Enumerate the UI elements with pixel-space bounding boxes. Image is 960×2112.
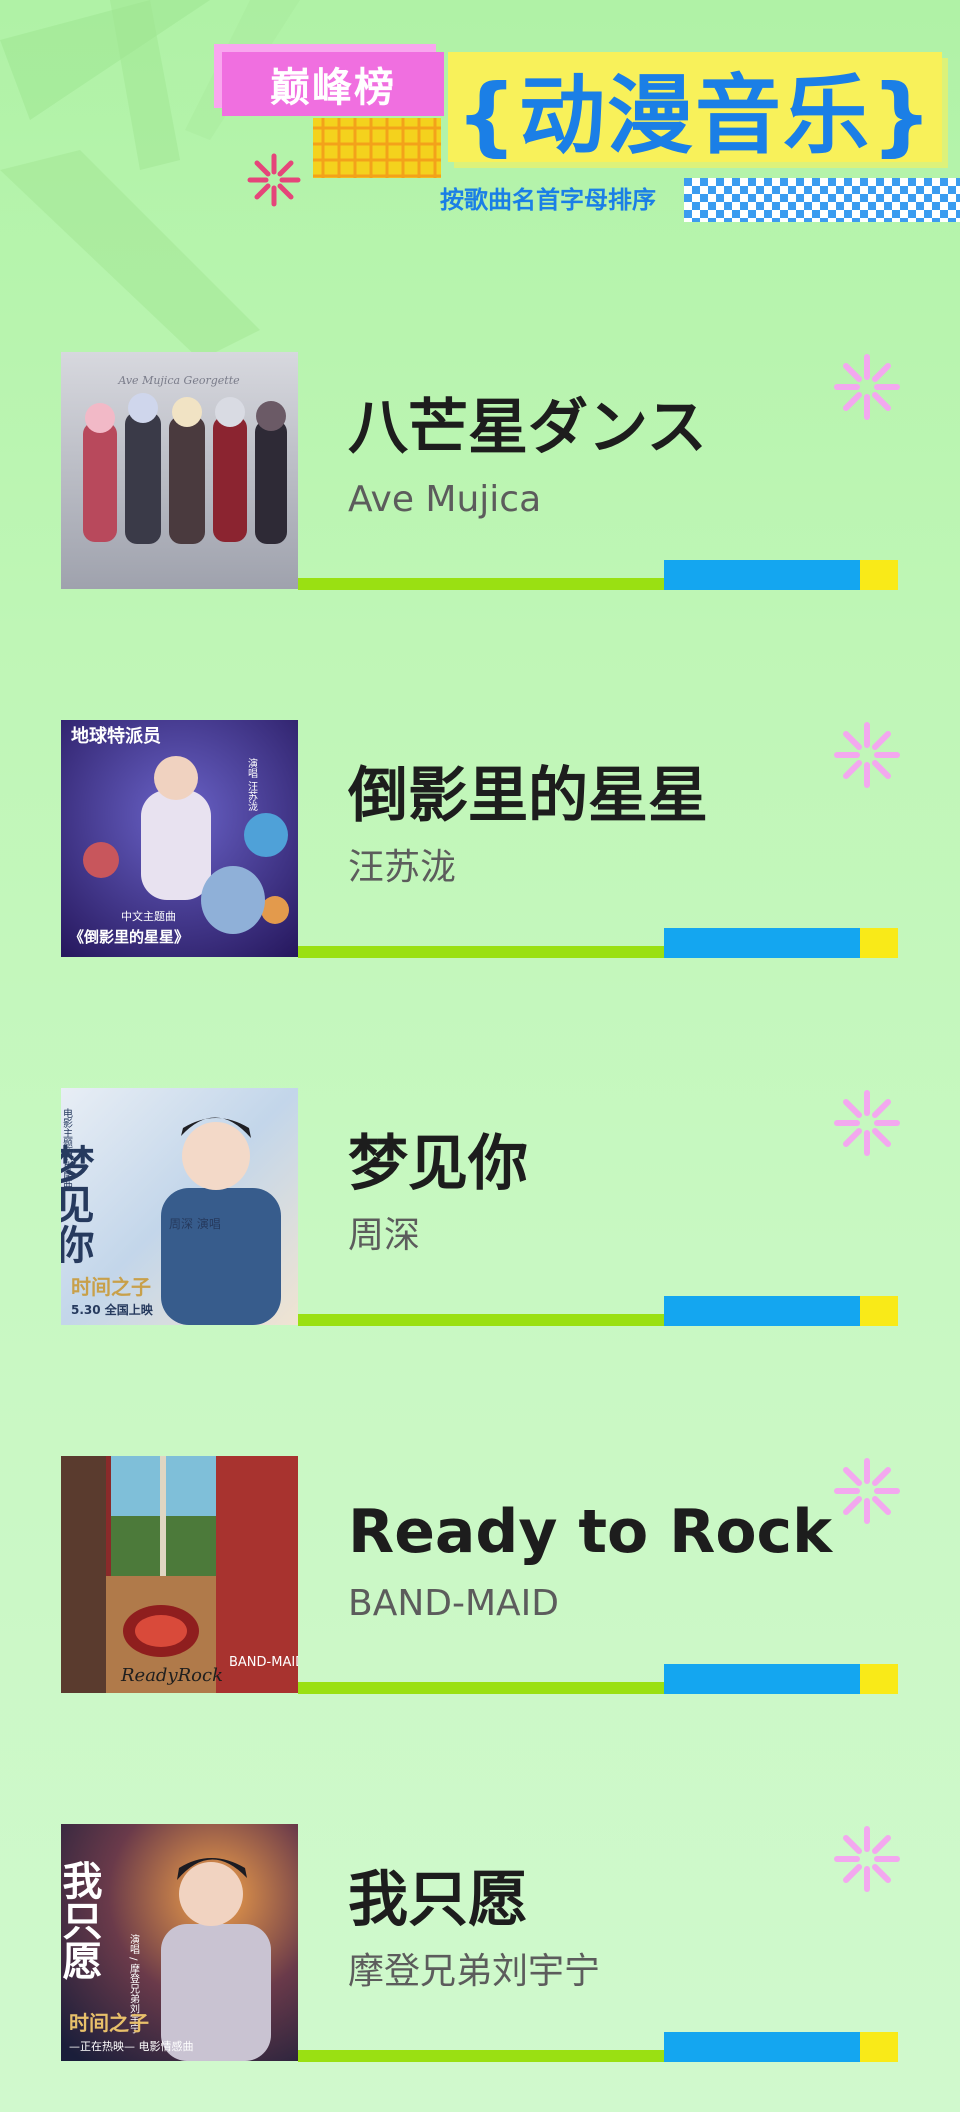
yellow-grid-decoration bbox=[313, 118, 441, 178]
divider-bar-green bbox=[298, 946, 664, 958]
song-title: 八芒星ダンス bbox=[348, 393, 707, 463]
divider-bar-blue bbox=[664, 1664, 860, 1694]
sparkle-icon bbox=[247, 153, 301, 207]
sort-subtitle: 按歌曲名首字母排序 bbox=[440, 186, 656, 214]
cover-tag: —正在热映— 电影情感曲 bbox=[69, 2040, 194, 2053]
song-artist: 汪苏泷 bbox=[348, 847, 457, 888]
album-cover: 梦见你 电影主题曲·片尾曲 周深 演唱 时间之子 5.30 全国上映 bbox=[61, 1088, 298, 1325]
chart-header: 巅峰榜 {动漫音乐} 按歌曲名首字母排序 bbox=[0, 0, 960, 240]
divider-bar-yellow bbox=[860, 2032, 898, 2062]
album-cover: 我只愿 演唱 / 摩登兄弟刘宇宁 时间之子 —正在热映— 电影情感曲 bbox=[61, 1824, 298, 2061]
song-row[interactable]: 地球特派员 演唱 汪苏泷 中文主题曲 《倒影里的星星》 倒影里的星星 汪苏泷 bbox=[0, 720, 960, 960]
song-title: Ready to Rock bbox=[348, 1497, 833, 1567]
album-cover: ReadyRock BAND-MAID bbox=[61, 1456, 298, 1693]
song-artist: Ave Mujica bbox=[348, 479, 542, 520]
divider-bar-blue bbox=[664, 928, 860, 958]
chart-title: {动漫音乐} bbox=[455, 65, 935, 166]
cover-sub: 电影主题曲·片尾曲 bbox=[61, 1107, 73, 1191]
divider-bar-yellow bbox=[860, 1664, 898, 1694]
cover-singer: 演唱 汪苏泷 bbox=[246, 757, 258, 812]
song-row[interactable]: Ave Mujica Georgette 八芒星ダンス Ave Mujica bbox=[0, 352, 960, 592]
cover-film: 时间之子 bbox=[69, 2011, 149, 2035]
divider-bar-green bbox=[298, 2050, 664, 2062]
cover-song: 《倒影里的星星》 bbox=[69, 928, 189, 946]
song-title: 倒影里的星星 bbox=[348, 761, 708, 831]
divider-bar-green bbox=[298, 578, 664, 590]
song-title: 我只愿 bbox=[348, 1865, 528, 1935]
divider-bar-blue bbox=[664, 2032, 860, 2062]
cover-caption: 我只愿 bbox=[61, 1860, 103, 1981]
cover-film: 时间之子 bbox=[71, 1275, 151, 1299]
sparkle-icon bbox=[834, 1090, 900, 1156]
divider-bar-blue bbox=[664, 560, 860, 590]
song-artist: 周深 bbox=[348, 1215, 421, 1256]
cover-caption: ReadyRock bbox=[120, 1665, 223, 1686]
song-artist: BAND-MAID bbox=[348, 1583, 559, 1624]
sparkle-icon bbox=[834, 354, 900, 420]
song-row[interactable]: 梦见你 电影主题曲·片尾曲 周深 演唱 时间之子 5.30 全国上映 梦见你 周… bbox=[0, 1088, 960, 1328]
divider-bar-yellow bbox=[860, 1296, 898, 1326]
cover-sub: 中文主题曲 bbox=[121, 909, 176, 923]
divider-bar-green bbox=[298, 1682, 664, 1694]
cover-band: BAND-MAID bbox=[229, 1655, 298, 1670]
cover-date: 5.30 全国上映 bbox=[71, 1302, 154, 1317]
divider-bar-blue bbox=[664, 1296, 860, 1326]
cover-caption: 地球特派员 bbox=[71, 725, 161, 747]
divider-bar-yellow bbox=[860, 560, 898, 590]
sparkle-icon bbox=[834, 722, 900, 788]
divider-bar-yellow bbox=[860, 928, 898, 958]
song-title: 梦见你 bbox=[348, 1129, 528, 1199]
cover-caption: Ave Mujica Georgette bbox=[117, 374, 240, 387]
song-row[interactable]: ReadyRock BAND-MAID Ready to Rock BAND-M… bbox=[0, 1456, 960, 1696]
checker-decoration bbox=[684, 178, 960, 222]
album-cover: Ave Mujica Georgette bbox=[61, 352, 298, 589]
song-artist: 摩登兄弟刘宇宁 bbox=[348, 1951, 601, 1992]
album-cover: 地球特派员 演唱 汪苏泷 中文主题曲 《倒影里的星星》 bbox=[61, 720, 298, 957]
divider-bar-green bbox=[298, 1314, 664, 1326]
cover-singer: 周深 演唱 bbox=[169, 1216, 221, 1231]
sparkle-icon bbox=[834, 1826, 900, 1892]
sparkle-icon bbox=[834, 1458, 900, 1524]
chart-badge: 巅峰榜 bbox=[222, 52, 444, 116]
song-row[interactable]: 我只愿 演唱 / 摩登兄弟刘宇宁 时间之子 —正在热映— 电影情感曲 我只愿 摩… bbox=[0, 1824, 960, 2064]
